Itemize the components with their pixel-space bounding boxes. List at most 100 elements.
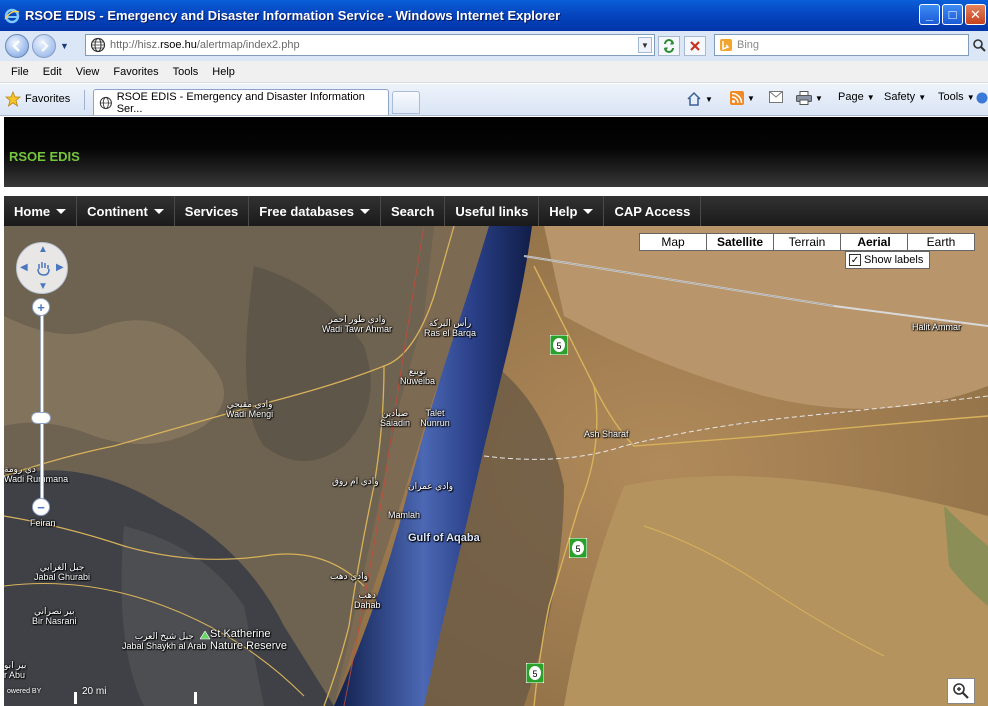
map-label-gulf: Gulf of Aqaba bbox=[408, 532, 480, 544]
address-field[interactable]: http://hisz.rsoe.hu/alertmap/index2.php … bbox=[85, 34, 655, 56]
map-mode-aerial[interactable]: Aerial bbox=[840, 233, 908, 251]
map-label: Mamlah bbox=[388, 510, 421, 520]
map-label: صيادين Saiadin bbox=[380, 408, 411, 428]
search-icon bbox=[973, 39, 986, 52]
route-shield-icon: 5 bbox=[526, 663, 544, 683]
checkbox-checked-icon[interactable]: ✓ bbox=[849, 254, 861, 266]
favorites-bar: Favorites RSOE EDIS - Emergency and Disa… bbox=[0, 84, 988, 116]
map-label: وادي ام روق bbox=[332, 476, 379, 486]
stop-button[interactable] bbox=[684, 36, 706, 56]
ie-logo-icon bbox=[4, 8, 20, 23]
map-label: جبل الغرابي Jabal Ghurabi bbox=[34, 562, 91, 582]
tools-menu-button[interactable]: Tools ▼ bbox=[938, 91, 975, 103]
window-title: RSOE EDIS - Emergency and Disaster Infor… bbox=[25, 8, 561, 23]
back-arrow-icon bbox=[12, 40, 20, 52]
printer-icon bbox=[796, 91, 812, 105]
menu-view[interactable]: View bbox=[69, 66, 107, 78]
pan-right-icon[interactable]: ▶ bbox=[56, 262, 64, 273]
pan-control[interactable]: ▲ ▼ ◀ ▶ bbox=[16, 242, 68, 294]
star-icon bbox=[5, 91, 21, 107]
zoom-tool-button[interactable] bbox=[947, 678, 975, 704]
zoom-slider-thumb[interactable] bbox=[31, 412, 51, 424]
map-label: Talet Nunrun bbox=[420, 408, 450, 428]
map-label: Ash Sharaf bbox=[584, 429, 629, 439]
tab-rsoe-edis[interactable]: RSOE EDIS - Emergency and Disaster Infor… bbox=[93, 89, 389, 115]
menu-favorites[interactable]: Favorites bbox=[106, 66, 165, 78]
maximize-button[interactable]: □ bbox=[942, 4, 963, 25]
nature-reserve-icon bbox=[200, 631, 210, 640]
refresh-icon bbox=[664, 39, 674, 53]
nav-search[interactable]: Search bbox=[381, 196, 446, 226]
window-titlebar: RSOE EDIS - Emergency and Disaster Infor… bbox=[0, 0, 988, 31]
favorites-button[interactable]: Favorites bbox=[5, 91, 70, 107]
refresh-button[interactable] bbox=[658, 36, 680, 56]
address-toolbar: ▼ http://hisz.rsoe.hu/alertmap/index2.ph… bbox=[0, 31, 988, 61]
nav-home[interactable]: Home bbox=[4, 196, 78, 226]
scale-bar-tick bbox=[194, 692, 197, 704]
map-mode-terrain[interactable]: Terrain bbox=[773, 233, 841, 251]
menu-help[interactable]: Help bbox=[205, 66, 242, 78]
help-menu-button[interactable] bbox=[976, 91, 988, 105]
map-label: وادي طور احمر Wadi Tawr Ahmar bbox=[322, 314, 393, 334]
nav-services[interactable]: Services bbox=[175, 196, 250, 226]
scale-bar-tick bbox=[74, 692, 77, 704]
address-dropdown-button[interactable]: ▼ bbox=[638, 37, 652, 53]
page-menu-button[interactable]: Page ▼ bbox=[838, 91, 875, 103]
show-labels-toggle[interactable]: ✓ Show labels bbox=[845, 251, 930, 269]
map-label: رأس البركة Ras el Barqa bbox=[424, 318, 477, 338]
zoom-slider-track[interactable] bbox=[40, 304, 44, 504]
main-navigation: Home Continent Services Free databases S… bbox=[4, 196, 988, 226]
map-label-st-katherine: St Katherine Nature Reserve bbox=[210, 628, 288, 652]
bing-icon bbox=[720, 39, 732, 51]
read-mail-button[interactable] bbox=[769, 91, 783, 103]
minimize-button[interactable]: _ bbox=[919, 4, 940, 25]
globe-icon bbox=[99, 96, 112, 109]
map-label: بير ابو r Abu bbox=[4, 660, 27, 680]
menu-tools[interactable]: Tools bbox=[166, 66, 206, 78]
map-label: بير نصراني Bir Nasrani bbox=[32, 606, 77, 626]
nav-free-databases[interactable]: Free databases bbox=[249, 196, 381, 226]
nav-useful-links[interactable]: Useful links bbox=[445, 196, 540, 226]
zoom-in-button[interactable]: + bbox=[32, 298, 50, 316]
nav-cap-access[interactable]: CAP Access bbox=[604, 196, 702, 226]
map-label: دي رومة Wadi Rummana bbox=[4, 464, 69, 484]
forward-button[interactable] bbox=[32, 34, 56, 58]
home-button[interactable]: ▼ bbox=[686, 91, 713, 107]
zoom-out-button[interactable]: − bbox=[32, 498, 50, 516]
nav-help[interactable]: Help bbox=[539, 196, 605, 226]
forward-arrow-icon bbox=[41, 40, 49, 52]
nav-continent[interactable]: Continent bbox=[77, 196, 175, 226]
menu-file[interactable]: File bbox=[4, 66, 36, 78]
map-label: Halit Ammar bbox=[912, 322, 962, 332]
map-mode-earth[interactable]: Earth bbox=[907, 233, 975, 251]
menu-bar: File Edit View Favorites Tools Help bbox=[0, 61, 988, 83]
map-mode-map[interactable]: Map bbox=[639, 233, 707, 251]
new-tab-button[interactable] bbox=[392, 91, 420, 114]
print-button[interactable]: ▼ bbox=[796, 91, 823, 105]
back-button[interactable] bbox=[5, 34, 29, 58]
pan-left-icon[interactable]: ◀ bbox=[20, 262, 28, 273]
route-shield-icon: 5 bbox=[569, 538, 587, 558]
satellite-map[interactable]: وادي طور احمر Wadi Tawr Ahmar رأس البركة R… bbox=[4, 226, 988, 706]
search-button[interactable] bbox=[971, 36, 987, 54]
pan-up-icon[interactable]: ▲ bbox=[38, 244, 48, 255]
map-label: وادي عمران bbox=[408, 481, 454, 491]
map-label: Feiran bbox=[30, 518, 56, 528]
close-window-button[interactable]: ✕ bbox=[965, 4, 986, 25]
help-icon bbox=[976, 92, 988, 104]
dropdown-arrow-icon bbox=[153, 208, 164, 214]
search-input[interactable]: Bing bbox=[714, 34, 969, 56]
globe-icon bbox=[90, 37, 106, 53]
feeds-button[interactable]: ▼ bbox=[730, 91, 755, 105]
map-mode-satellite[interactable]: Satellite bbox=[706, 233, 774, 251]
recent-pages-dropdown-icon[interactable]: ▼ bbox=[60, 41, 69, 51]
site-name[interactable]: RSOE EDIS bbox=[9, 149, 80, 164]
pan-down-icon[interactable]: ▼ bbox=[38, 281, 48, 292]
powered-by-label: owered BY bbox=[7, 688, 42, 695]
safety-menu-button[interactable]: Safety ▼ bbox=[884, 91, 926, 103]
magnifier-plus-icon bbox=[953, 683, 969, 699]
menu-edit[interactable]: Edit bbox=[36, 66, 69, 78]
svg-text:5: 5 bbox=[556, 341, 561, 351]
stop-icon bbox=[690, 41, 700, 51]
mail-icon bbox=[769, 91, 783, 103]
